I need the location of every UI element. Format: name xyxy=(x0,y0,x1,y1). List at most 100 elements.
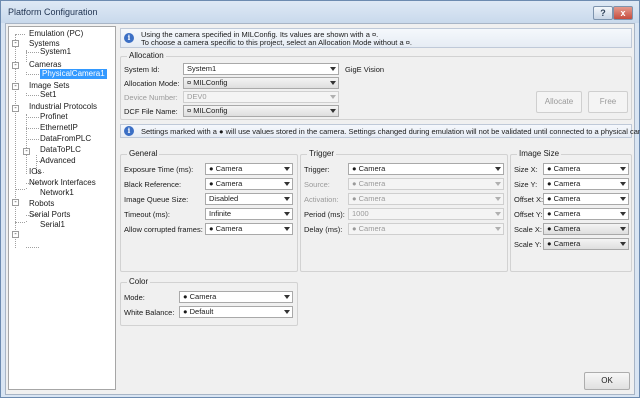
size-x-value: ● Camera xyxy=(547,164,581,173)
size-x-label: Size X: xyxy=(514,165,538,174)
collapse-advanced-icon[interactable]: - xyxy=(23,148,30,155)
tree-item-profinet[interactable]: Profinet xyxy=(40,112,68,122)
chevron-down-icon xyxy=(495,197,501,201)
title-bar[interactable]: Platform Configuration ? x xyxy=(1,1,639,23)
tree-guide-line xyxy=(15,222,25,223)
system-id-dropdown[interactable]: System1 xyxy=(183,63,339,75)
size-y-dropdown[interactable]: ● Camera xyxy=(543,178,629,190)
collapse-cameras-icon[interactable]: - xyxy=(12,62,19,69)
exposure-time-dropdown[interactable]: ● Camera xyxy=(205,163,293,175)
trigger-dropdown[interactable]: ● Camera xyxy=(348,163,504,175)
collapse-network-interfaces-icon[interactable]: - xyxy=(12,199,19,206)
color-mode-dropdown[interactable]: ● Camera xyxy=(179,291,293,303)
source-dropdown[interactable]: ● Camera xyxy=(348,178,504,190)
trigger-group: Trigger Trigger: ● Camera Source: ● Came… xyxy=(300,149,508,272)
chevron-down-icon xyxy=(284,310,290,314)
tree-item-datatoplc[interactable]: DataToPLC xyxy=(40,145,81,155)
tree-item-ethernetip[interactable]: EthernetIP xyxy=(40,123,78,133)
scale-x-dropdown[interactable]: ● Camera xyxy=(543,223,629,235)
info-line-2: To choose a camera specific to this proj… xyxy=(141,38,412,47)
close-button[interactable]: x xyxy=(613,6,633,20)
tree-item-serial1[interactable]: Serial1 xyxy=(40,220,65,230)
chevron-down-icon xyxy=(330,67,336,71)
tree-item-industrial-protocols[interactable]: Industrial Protocols xyxy=(29,102,97,112)
offset-x-label: Offset X: xyxy=(514,195,544,204)
chevron-down-icon xyxy=(620,182,626,186)
system-id-label: System Id: xyxy=(124,65,160,74)
scale-x-label: Scale X: xyxy=(514,225,542,234)
tree-item-ios[interactable]: IOs xyxy=(29,167,41,177)
tree-guide-line xyxy=(26,188,27,189)
tree-guide-line xyxy=(26,114,27,174)
device-number-dropdown[interactable]: DEV0 xyxy=(183,91,339,103)
system-id-value: System1 xyxy=(187,64,217,73)
allocation-mode-dropdown[interactable]: ¤ MILConfig xyxy=(183,77,339,89)
tree-guide-line xyxy=(26,139,39,140)
chevron-down-icon xyxy=(620,167,626,171)
chevron-down-icon xyxy=(330,109,336,113)
source-label: Source: xyxy=(304,180,330,189)
offset-x-dropdown[interactable]: ● Camera xyxy=(543,193,629,205)
tree-item-system1[interactable]: System1 xyxy=(40,47,71,57)
scale-y-label: Scale Y: xyxy=(514,240,542,249)
tree-item-emulation-pc[interactable]: Emulation (PC) xyxy=(29,29,83,39)
tree-item-network1[interactable]: Network1 xyxy=(40,188,74,198)
collapse-systems-icon[interactable]: - xyxy=(12,40,19,47)
black-reference-label: Black Reference: xyxy=(124,180,182,189)
allow-corrupted-frames-dropdown[interactable]: ● Camera xyxy=(205,223,293,235)
image-size-title: Image Size xyxy=(517,149,562,158)
help-button[interactable]: ? xyxy=(593,6,613,20)
delay-dropdown[interactable]: ● Camera xyxy=(348,223,504,235)
collapse-serial-ports-icon[interactable]: - xyxy=(12,231,19,238)
tree-item-advanced[interactable]: Advanced xyxy=(40,156,76,166)
chevron-down-icon xyxy=(620,197,626,201)
chevron-down-icon xyxy=(620,242,626,246)
offset-y-dropdown[interactable]: ● Camera xyxy=(543,208,629,220)
chevron-down-icon xyxy=(284,212,290,216)
period-dropdown[interactable]: 1000 xyxy=(348,208,504,220)
image-queue-size-dropdown[interactable]: Disabled xyxy=(205,193,293,205)
offset-y-value: ● Camera xyxy=(547,209,581,218)
size-x-dropdown[interactable]: ● Camera xyxy=(543,163,629,175)
white-balance-value: ● Default xyxy=(183,307,214,316)
tree-item-datafromplc[interactable]: DataFromPLC xyxy=(40,134,91,144)
tree-guide-line xyxy=(26,74,39,75)
tree-item-network-interfaces[interactable]: Network Interfaces xyxy=(29,178,96,188)
free-button[interactable]: Free xyxy=(588,91,628,113)
general-title: General xyxy=(127,149,160,158)
ok-button[interactable]: OK xyxy=(584,372,630,390)
allocate-button[interactable]: Allocate xyxy=(536,91,582,113)
chevron-down-icon xyxy=(620,212,626,216)
collapse-image-sets-icon[interactable]: - xyxy=(12,83,19,90)
allocation-mode-value: ¤ MILConfig xyxy=(187,78,228,87)
chevron-down-icon xyxy=(284,167,290,171)
dcf-file-name-dropdown[interactable]: ¤ MILConfig xyxy=(183,105,339,117)
tree-item-set1[interactable]: Set1 xyxy=(40,90,56,100)
allow-corrupted-frames-value: ● Camera xyxy=(209,224,243,233)
timeout-value: Infinite xyxy=(209,209,232,218)
chevron-down-icon xyxy=(284,197,290,201)
offset-x-value: ● Camera xyxy=(547,194,581,203)
white-balance-dropdown[interactable]: ● Default xyxy=(179,306,293,318)
tree-item-robots[interactable]: Robots xyxy=(29,199,54,209)
camera-settings-info-text: Settings marked with a ● will use values… xyxy=(141,127,640,136)
timeout-dropdown[interactable]: Infinite xyxy=(205,208,293,220)
collapse-industrial-protocols-icon[interactable]: - xyxy=(12,105,19,112)
camera-settings-info-bar: i Settings marked with a ● will use valu… xyxy=(120,124,640,138)
chevron-down-icon xyxy=(495,212,501,216)
image-queue-size-value: Disabled xyxy=(209,194,239,203)
allow-corrupted-frames-label: Allow corrupted frames: xyxy=(124,225,203,234)
tree-guide-line xyxy=(26,221,27,222)
tree-item-physicalcamera1[interactable]: PhysicalCamera1 xyxy=(40,69,107,79)
black-reference-dropdown[interactable]: ● Camera xyxy=(205,178,293,190)
tree-guide-line xyxy=(26,72,27,73)
exposure-time-label: Exposure Time (ms): xyxy=(124,165,194,174)
configuration-tree[interactable]: - - - - - - - Emulation (PC) Systems Sys… xyxy=(8,26,116,390)
activation-dropdown[interactable]: ● Camera xyxy=(348,193,504,205)
period-value: 1000 xyxy=(352,209,369,218)
tree-item-serial-ports[interactable]: Serial Ports xyxy=(29,210,70,220)
dcf-file-name-label: DCF File Name: xyxy=(124,107,178,116)
camera-type-label: GigE Vision xyxy=(345,65,385,74)
trigger-value: ● Camera xyxy=(352,164,386,173)
scale-y-dropdown[interactable]: ● Camera xyxy=(543,238,629,250)
